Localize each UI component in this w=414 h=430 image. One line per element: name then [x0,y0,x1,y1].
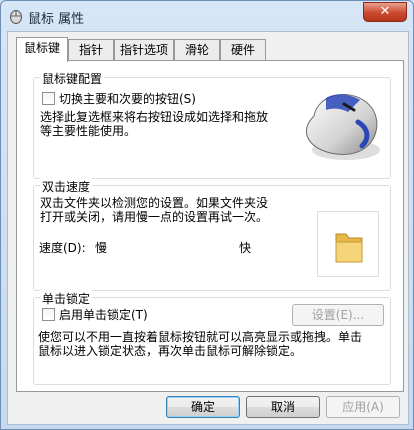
description-line: 选择此复选框来将右按钮设成如选择和拖放 [40,110,269,124]
window-title: 鼠标 属性 [28,12,85,27]
group-title: 双击速度 [40,178,93,195]
title-bar[interactable]: 鼠标 属性 ✕ [1,1,413,31]
tab-panel-buttons: 鼠标键配置 切换主要和次要的按钮(S) 选择此复选框来将右按钮设成如选择和拖放 … [16,60,404,392]
tab-wheel[interactable]: 滑轮 [174,39,220,60]
apply-button[interactable]: 应用(A) [326,396,400,418]
mouse-icon [305,94,380,160]
group-title: 鼠标键配置 [40,70,105,87]
description-line: 鼠标以进入锁定状态，再次单击鼠标可解除锁定。 [38,344,303,358]
click-lock-settings-button[interactable]: 设置(E)... [292,304,384,326]
close-icon: ✕ [379,4,391,19]
tab-label: 指针选项 [119,43,168,57]
ok-button[interactable]: 确定 [166,396,240,418]
tab-label: 滑轮 [184,43,209,57]
tab-pointers[interactable]: 指针 [68,39,114,60]
enable-click-lock-label[interactable]: 启用单击锁定(T) [59,306,148,323]
tab-buttons[interactable]: 鼠标键 [16,37,68,62]
tab-label: 指针 [78,43,103,57]
description-line: 打开或关闭，请用慢一点的设置再试一次。 [40,210,269,224]
speed-label: 速度(D): [39,241,86,255]
click-lock-description: 使您可以不用一直按着鼠标按钮就可以高亮显示或拖拽。单击 鼠标以进入锁定状态，再次… [38,330,386,358]
switch-buttons-checkbox[interactable] [42,92,55,105]
button-config-description: 选择此复选框来将右按钮设成如选择和拖放 等主要性能使用。 [40,110,288,138]
button-config-group: 鼠标键配置 切换主要和次要的按钮(S) 选择此复选框来将右按钮设成如选择和拖放 … [33,70,391,179]
double-click-description: 双击文件夹以检测您的设置。如果文件夹没 打开或关闭，请用慢一点的设置再试一次。 [40,196,310,224]
group-title: 单击锁定 [40,290,93,307]
tab-pointer-options[interactable]: 指针选项 [114,39,174,60]
dialog-client-area: 鼠标键 指针 指针选项 滑轮 硬件 鼠标键配置 切换主要和次要的按钮(S) 选择… [7,31,409,425]
fast-label: 快 [239,241,252,255]
description-line: 等主要性能使用。 [40,124,137,138]
folder-icon [335,233,363,263]
mouse-app-icon [10,10,22,24]
switch-buttons-label[interactable]: 切换主要和次要的按钮(S) [59,90,196,107]
close-button[interactable]: ✕ [363,2,407,22]
mouse-properties-window: 鼠标 属性 ✕ 鼠标键 指针 指针选项 滑轮 硬件 鼠标键配置 切换主要和次要的… [0,0,414,430]
slow-label: 慢 [95,241,108,255]
description-line: 双击文件夹以检测您的设置。如果文件夹没 [40,196,269,210]
tab-hardware[interactable]: 硬件 [220,39,266,60]
enable-click-lock-checkbox[interactable] [42,308,55,321]
cancel-button[interactable]: 取消 [246,396,320,418]
tab-label: 鼠标键 [23,41,60,55]
test-folder-area[interactable] [317,211,379,277]
tab-label: 硬件 [230,43,255,57]
click-lock-group: 单击锁定 启用单击锁定(T) 设置(E)... 使您可以不用一直按着鼠标按钮就可… [33,290,391,385]
description-line: 使您可以不用一直按着鼠标按钮就可以高亮显示或拖拽。单击 [38,330,363,344]
